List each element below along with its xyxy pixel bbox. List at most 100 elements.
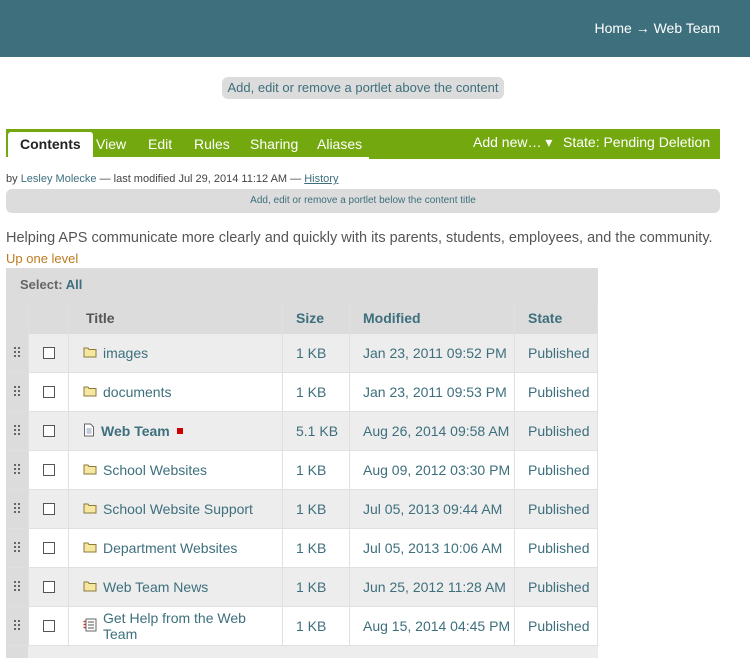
row-modified: Aug 15, 2014 04:45 PM bbox=[349, 607, 514, 645]
row-state: Published bbox=[514, 607, 598, 645]
table-row: Get Help from the Web Team 1 KB Aug 15, 20… bbox=[6, 607, 598, 646]
up-one-level-link[interactable]: Up one level bbox=[6, 251, 78, 266]
folder-description: Helping APS communicate more clearly and… bbox=[6, 230, 713, 246]
row-title-link[interactable]: Web Team News bbox=[103, 579, 208, 595]
lock-indicator-icon bbox=[176, 428, 183, 434]
tab-edit[interactable]: Edit bbox=[148, 129, 172, 157]
row-title-link[interactable]: Get Help from the Web Team bbox=[103, 610, 282, 642]
folder-icon bbox=[83, 540, 97, 556]
drag-handle-icon[interactable] bbox=[6, 607, 28, 645]
row-checkbox[interactable] bbox=[42, 386, 55, 398]
row-modified: Jun 25, 2012 11:28 AM bbox=[349, 568, 514, 606]
row-modified: Aug 09, 2012 03:30 PM bbox=[349, 451, 514, 489]
row-checkbox-cell bbox=[28, 490, 68, 528]
row-checkbox[interactable] bbox=[42, 425, 55, 437]
row-checkbox[interactable] bbox=[42, 581, 55, 593]
row-size: 1 KB bbox=[282, 529, 349, 567]
tab-view[interactable]: View bbox=[96, 129, 126, 157]
site-header: Home → Web Team bbox=[0, 0, 750, 57]
checkbox-column-header bbox=[28, 301, 68, 334]
row-checkbox-cell bbox=[28, 568, 68, 606]
row-title-link[interactable]: Web Team bbox=[101, 423, 170, 439]
row-checkbox-cell bbox=[28, 607, 68, 645]
drag-handle-icon[interactable] bbox=[6, 568, 28, 606]
row-size: 1 KB bbox=[282, 334, 349, 372]
table-row: documents 1 KB Jan 23, 2011 09:53 PM Publis… bbox=[6, 373, 598, 412]
drag-column-header bbox=[6, 301, 28, 334]
row-title-link[interactable]: documents bbox=[103, 384, 171, 400]
row-checkbox[interactable] bbox=[42, 620, 55, 632]
tab-rules[interactable]: Rules bbox=[194, 129, 230, 157]
drag-handle-icon[interactable] bbox=[6, 490, 28, 528]
byline-modified: — last modified Jul 29, 2014 11:12 AM — bbox=[99, 173, 302, 185]
select-bar: Select: All bbox=[6, 268, 598, 301]
state-column-header[interactable]: State bbox=[514, 301, 598, 334]
row-size: 1 KB bbox=[282, 490, 349, 528]
row-state: Published bbox=[514, 373, 598, 411]
row-checkbox-cell bbox=[28, 334, 68, 372]
table-row: School Websites 1 KB Aug 09, 2012 03:30 PM… bbox=[6, 451, 598, 490]
row-size: 1 KB bbox=[282, 568, 349, 606]
row-title-cell: Get Help from the Web Team bbox=[68, 607, 282, 645]
row-checkbox-cell bbox=[28, 373, 68, 411]
row-size: 1 KB bbox=[282, 607, 349, 645]
tab-sharing[interactable]: Sharing bbox=[250, 129, 298, 157]
portlet-manager-below[interactable]: Add, edit or remove a portlet below the … bbox=[6, 189, 720, 213]
folder-icon bbox=[83, 345, 97, 361]
folder-contents-table: Select: All Title Size Modified State im… bbox=[6, 268, 598, 658]
portlet-manager-above[interactable]: Add, edit or remove a portlet above the … bbox=[222, 77, 504, 99]
row-title-link[interactable]: images bbox=[103, 345, 148, 361]
row-title-cell: School Websites bbox=[68, 451, 282, 489]
row-modified: Aug 26, 2014 09:58 AM bbox=[349, 412, 514, 450]
row-checkbox[interactable] bbox=[42, 347, 55, 359]
edit-bar: Contents View Edit Rules Sharing Aliases… bbox=[6, 127, 720, 180]
row-title-cell: images bbox=[68, 334, 282, 372]
row-checkbox[interactable] bbox=[42, 464, 55, 476]
breadcrumb-current[interactable]: Web Team bbox=[654, 20, 720, 36]
row-state: Published bbox=[514, 529, 598, 567]
row-modified: Jan 23, 2011 09:53 PM bbox=[349, 373, 514, 411]
author-link[interactable]: Lesley Molecke bbox=[21, 173, 97, 185]
byline-by: by bbox=[6, 173, 18, 185]
row-title-link[interactable]: School Website Support bbox=[103, 501, 253, 517]
row-size: 1 KB bbox=[282, 451, 349, 489]
row-size: 1 KB bbox=[282, 373, 349, 411]
table-row: images 1 KB Jan 23, 2011 09:52 PM Published bbox=[6, 334, 598, 373]
table-row: Web Team News 1 KB Jun 25, 2012 11:28 AM Pu… bbox=[6, 568, 598, 607]
add-new-menu[interactable]: Add new… ▾ bbox=[473, 127, 552, 155]
history-link[interactable]: History bbox=[304, 173, 338, 185]
row-modified: Jan 23, 2011 09:52 PM bbox=[349, 334, 514, 372]
page-icon bbox=[83, 423, 95, 440]
row-checkbox-cell bbox=[28, 529, 68, 567]
row-modified: Jul 05, 2013 09:44 AM bbox=[349, 490, 514, 528]
breadcrumb-arrow: → bbox=[635, 20, 650, 36]
row-state: Published bbox=[514, 451, 598, 489]
table-header: Title Size Modified State bbox=[6, 301, 598, 334]
drag-handle-icon[interactable] bbox=[6, 373, 28, 411]
drag-handle-icon[interactable] bbox=[6, 412, 28, 450]
row-state: Published bbox=[514, 568, 598, 606]
table-row: School Website Support 1 KB Jul 05, 2013 0… bbox=[6, 490, 598, 529]
row-title-cell: Web Team News bbox=[68, 568, 282, 606]
drag-handle-icon[interactable] bbox=[6, 451, 28, 489]
row-title-link[interactable]: Department Websites bbox=[103, 540, 237, 556]
row-size: 5.1 KB bbox=[282, 412, 349, 450]
state-menu[interactable]: State: Pending Deletion ▾ bbox=[563, 127, 720, 180]
breadcrumb-home[interactable]: Home bbox=[594, 20, 631, 36]
drag-handle-icon[interactable] bbox=[6, 334, 28, 372]
tab-contents[interactable]: Contents bbox=[8, 132, 93, 157]
breadcrumb: Home → Web Team bbox=[594, 20, 720, 36]
drag-handle-icon[interactable] bbox=[6, 529, 28, 567]
title-column-header[interactable]: Title bbox=[68, 301, 282, 334]
row-checkbox-cell bbox=[28, 412, 68, 450]
modified-column-header[interactable]: Modified bbox=[349, 301, 514, 334]
tab-aliases[interactable]: Aliases bbox=[317, 129, 362, 157]
size-column-header[interactable]: Size bbox=[282, 301, 349, 334]
table-row: Department Websites 1 KB Jul 05, 2013 10:0… bbox=[6, 529, 598, 568]
row-checkbox[interactable] bbox=[42, 503, 55, 515]
row-title-link[interactable]: School Websites bbox=[103, 462, 207, 478]
row-checkbox[interactable] bbox=[42, 542, 55, 554]
folder-icon bbox=[83, 384, 97, 400]
table-row: Web Team 5.1 KB Aug 26, 2014 09:58 AM Publi… bbox=[6, 412, 598, 451]
select-all-link[interactable]: All bbox=[66, 277, 83, 292]
